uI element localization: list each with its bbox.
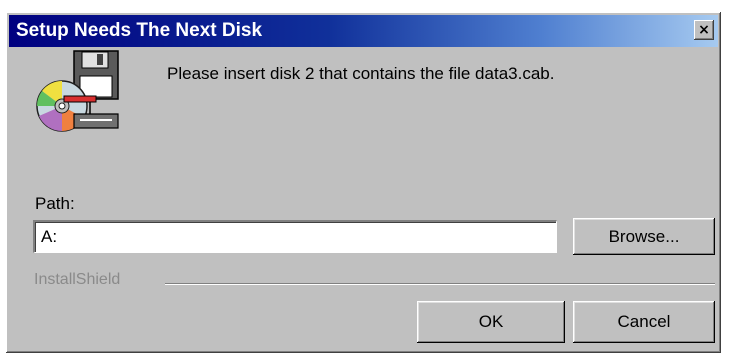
path-input[interactable] bbox=[33, 220, 557, 253]
path-label: Path: bbox=[35, 194, 75, 213]
separator-line bbox=[165, 283, 715, 285]
browse-button[interactable]: Browse... bbox=[573, 218, 715, 255]
installshield-label: InstallShield bbox=[34, 271, 121, 288]
title-bar[interactable]: Setup Needs The Next Disk × bbox=[9, 15, 718, 47]
setup-dialog: Setup Needs The Next Disk × Please inser… bbox=[0, 0, 729, 358]
dialog-title: Setup Needs The Next Disk bbox=[16, 20, 263, 41]
disk-icon bbox=[36, 50, 119, 132]
ok-button[interactable]: OK bbox=[417, 301, 565, 343]
insert-disk-message: Please insert disk 2 that contains the f… bbox=[167, 64, 555, 83]
cancel-button[interactable]: Cancel bbox=[573, 301, 715, 343]
close-button[interactable]: × bbox=[694, 20, 714, 40]
